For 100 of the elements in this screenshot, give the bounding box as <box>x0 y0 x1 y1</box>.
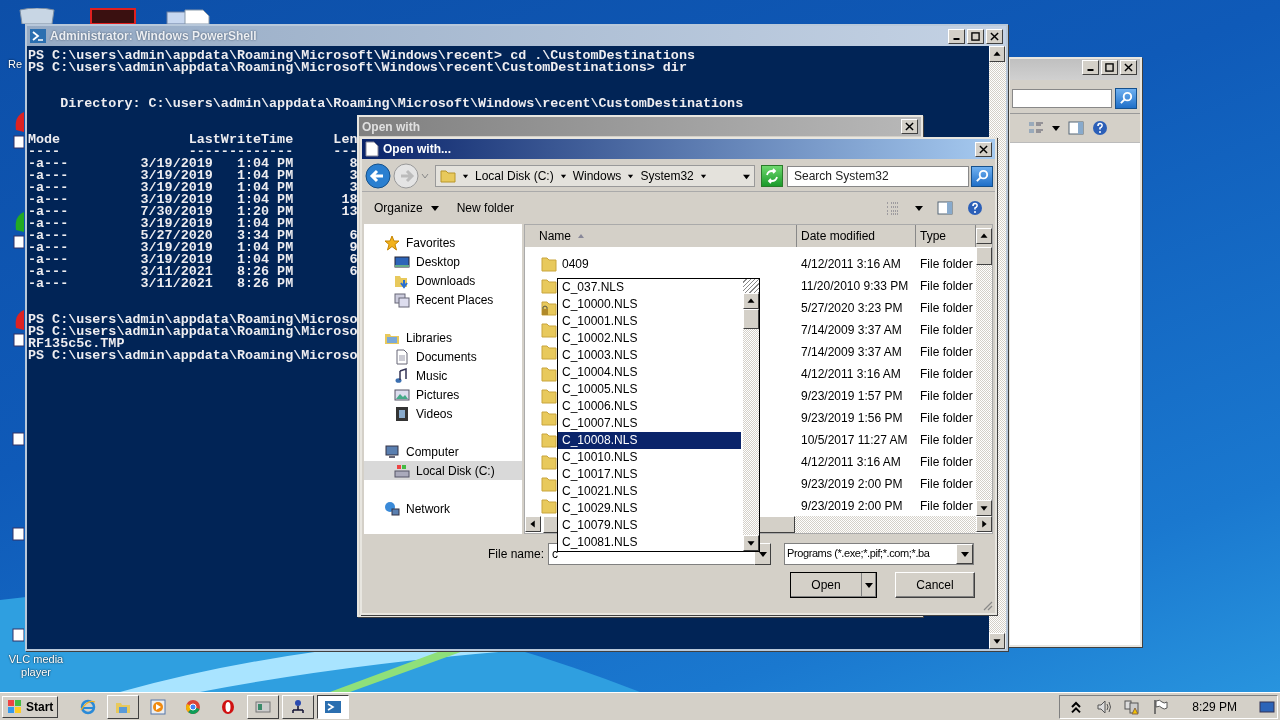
search-button[interactable] <box>1115 88 1137 109</box>
flag-icon[interactable] <box>1152 698 1169 715</box>
desktop-icon-label[interactable]: Re <box>8 58 23 70</box>
close-button[interactable] <box>901 119 918 134</box>
suggestion-item[interactable]: C_10005.NLS <box>558 381 741 398</box>
scroll-thumb[interactable] <box>976 247 992 265</box>
suggestion-item[interactable]: C_10017.NLS <box>558 466 741 483</box>
menu-button[interactable]: Organize <box>368 198 445 218</box>
table-cell-text: 9/23/2019 2:00 PM <box>800 499 904 513</box>
minimize-button[interactable] <box>1082 60 1099 75</box>
scroll-up-icon[interactable] <box>743 293 759 309</box>
nav-item[interactable]: Network <box>364 499 522 518</box>
search-field[interactable]: Search System32 <box>787 165 969 187</box>
clock[interactable]: 8:29 PM <box>1192 699 1237 714</box>
caret-icon[interactable] <box>462 172 469 180</box>
nav-item[interactable]: Videos <box>364 404 522 423</box>
taskbar-button[interactable] <box>317 694 350 719</box>
network-warning-icon[interactable] <box>1124 698 1141 715</box>
preview-pane-icon[interactable] <box>937 200 953 216</box>
nav-item[interactable]: Downloads <box>364 271 522 290</box>
suggestion-item[interactable]: C_10021.NLS <box>558 483 741 500</box>
suggestion-item[interactable]: C_10000.NLS <box>558 296 741 313</box>
search-icon <box>1118 91 1134 106</box>
file-name[interactable]: 0409 <box>562 257 589 271</box>
suggestion-item[interactable]: C_10002.NLS <box>558 330 741 347</box>
dialog-button[interactable]: Cancel <box>894 572 975 598</box>
suggestion-item[interactable]: C_10029.NLS <box>558 500 741 517</box>
breadcrumb[interactable]: Windows <box>572 169 622 183</box>
caret-icon[interactable] <box>915 204 923 212</box>
caret-icon[interactable] <box>699 172 707 180</box>
scroll-down-icon[interactable] <box>976 500 992 516</box>
suggestion-item[interactable]: C_10007.NLS <box>558 415 741 432</box>
scroll-right-icon[interactable] <box>976 516 992 532</box>
file-type-dropdown[interactable]: Programs (*.exe;*.pif;*.com;*.ba <box>784 543 974 565</box>
nav-item[interactable]: Desktop <box>364 252 522 271</box>
close-button[interactable] <box>1120 60 1137 75</box>
nav-item[interactable]: Computer <box>364 442 522 461</box>
scroll-thumb[interactable] <box>743 309 759 329</box>
music-icon <box>394 367 410 384</box>
scroll-up-icon[interactable] <box>989 46 1005 62</box>
document-icon[interactable] <box>165 8 211 24</box>
speaker-icon[interactable] <box>1096 698 1113 715</box>
suggestion-item[interactable]: C_10079.NLS <box>558 517 741 534</box>
minimize-button[interactable] <box>948 28 965 44</box>
nav-item[interactable]: Local Disk (C:) <box>364 461 522 480</box>
suggestion-item[interactable]: C_10010.NLS <box>558 449 741 466</box>
caret-icon[interactable] <box>627 172 635 180</box>
nav-item[interactable]: Recent Places <box>364 290 522 309</box>
nav-item[interactable]: Music <box>364 366 522 385</box>
resize-grip[interactable] <box>743 279 759 293</box>
star-icon <box>384 234 400 251</box>
close-button[interactable] <box>986 28 1003 44</box>
suggestion-item[interactable]: C_037.NLS <box>558 279 741 296</box>
help-icon[interactable] <box>1092 120 1108 136</box>
start-button[interactable]: Start <box>2 695 59 718</box>
address-bar[interactable]: Local Disk (C:) Windows System32 <box>435 165 755 187</box>
close-button[interactable] <box>975 141 992 157</box>
scroll-down-icon[interactable] <box>743 535 759 551</box>
resize-grip[interactable] <box>981 599 993 611</box>
shortcut-icon[interactable] <box>12 210 24 250</box>
column-header[interactable]: Name <box>525 225 797 247</box>
search-field[interactable] <box>1012 89 1113 108</box>
caret-icon[interactable] <box>1052 124 1060 132</box>
console-line: RF135c5c.TMP <box>28 338 125 350</box>
scroll-up-icon[interactable] <box>976 228 992 244</box>
suggestion-item[interactable]: C_10008.NLS <box>558 432 741 449</box>
nav-item[interactable]: Documents <box>364 347 522 366</box>
maximize-button[interactable] <box>1101 60 1118 75</box>
window-title: Administrator: Windows PowerShell <box>50 29 257 43</box>
nav-item[interactable]: Libraries <box>364 328 522 347</box>
show-desktop-icon[interactable] <box>1259 698 1275 715</box>
refresh-button[interactable] <box>761 165 783 187</box>
breadcrumb[interactable]: Local Disk (C:) <box>475 169 554 183</box>
caret-icon[interactable] <box>743 172 750 180</box>
scroll-down-icon[interactable] <box>989 633 1005 649</box>
videos-icon <box>394 405 410 422</box>
suggestion-item[interactable]: C_10001.NLS <box>558 313 741 330</box>
split-button[interactable]: Open <box>790 572 877 598</box>
maximize-button[interactable] <box>967 28 984 44</box>
help-icon[interactable] <box>967 200 983 216</box>
nav-item[interactable]: Pictures <box>364 385 522 404</box>
search-icon <box>974 168 990 184</box>
scroll-left-icon[interactable] <box>525 516 541 532</box>
preview-pane-icon[interactable] <box>1068 120 1084 136</box>
caret-icon[interactable] <box>559 172 567 180</box>
breadcrumb[interactable]: System32 <box>640 169 694 183</box>
toolbar-button[interactable]: New folder <box>450 198 521 218</box>
suggestion-item[interactable]: C_10004.NLS <box>558 364 741 381</box>
recycle-bin-icon[interactable] <box>18 8 56 24</box>
shortcut-icon[interactable] <box>12 308 24 348</box>
console-line: PS C:\users\admin\appdata\Roaming\Microsoft\Windows\recent> cd .\CustomDestinations <box>28 50 695 62</box>
console-line: -a--- 3/19/2019 1:04 PM 18 <box>28 194 358 206</box>
suggestion-item[interactable]: C_10006.NLS <box>558 398 741 415</box>
table-cell-text: File folder <box>919 411 974 425</box>
shortcut-icon[interactable] <box>12 110 24 150</box>
suggestion-item[interactable]: C_10003.NLS <box>558 347 741 364</box>
back-button[interactable] <box>365 163 391 189</box>
search-button[interactable] <box>971 165 993 187</box>
column-header[interactable]: Date modified <box>797 225 916 247</box>
nav-item[interactable]: Favorites <box>364 233 522 252</box>
